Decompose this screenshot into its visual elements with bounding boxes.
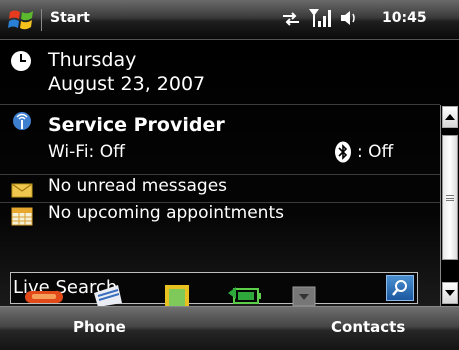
title-separator xyxy=(41,9,42,31)
bluetooth-status[interactable]: : Off xyxy=(357,142,393,162)
arrow-up-icon xyxy=(445,114,455,120)
envelope-icon xyxy=(11,179,33,201)
pictures-icon[interactable] xyxy=(163,283,191,306)
speaker-icon[interactable] xyxy=(340,10,358,30)
softkey-bar: Phone Contacts xyxy=(0,306,459,350)
calendar-icon xyxy=(11,206,33,228)
scrollbar[interactable] xyxy=(440,105,459,306)
messages-label[interactable]: No unread messages xyxy=(48,176,227,196)
clock-icon xyxy=(10,50,32,72)
service-provider-label[interactable]: Service Provider xyxy=(48,114,225,136)
scroll-up-button[interactable] xyxy=(442,106,458,128)
media-player-icon[interactable] xyxy=(24,289,64,306)
weekday-label[interactable]: Thursday xyxy=(48,49,136,71)
signal-strength-icon[interactable] xyxy=(309,8,331,32)
full-date-label[interactable]: August 23, 2007 xyxy=(48,73,205,95)
dropdown-icon[interactable] xyxy=(292,286,316,306)
phone-softkey[interactable]: Phone xyxy=(73,318,126,336)
appointments-label[interactable]: No upcoming appointments xyxy=(48,203,284,223)
app-icon-strip[interactable] xyxy=(0,279,440,306)
arrow-down-icon xyxy=(445,290,455,296)
wireless-antenna-icon xyxy=(11,111,33,133)
bluetooth-icon[interactable] xyxy=(334,141,352,163)
contacts-softkey[interactable]: Contacts xyxy=(331,318,405,336)
title-bar: Start 10:45 xyxy=(0,0,459,40)
title-start-label[interactable]: Start xyxy=(50,10,90,26)
scroll-thumb[interactable] xyxy=(442,135,458,260)
grip-icon xyxy=(446,194,454,201)
divider xyxy=(0,174,440,175)
sync-arrows-icon[interactable] xyxy=(282,11,300,30)
scroll-down-button[interactable] xyxy=(442,282,458,304)
windows-flag-icon[interactable] xyxy=(8,8,34,32)
divider xyxy=(0,104,440,105)
wifi-status[interactable]: Wi-Fi: Off xyxy=(48,142,125,162)
notes-icon[interactable] xyxy=(90,283,126,306)
clock-time[interactable]: 10:45 xyxy=(382,10,427,26)
status-icons[interactable] xyxy=(282,9,358,31)
today-screen: Thursday August 23, 2007 Service Provide… xyxy=(0,41,459,306)
battery-icon[interactable] xyxy=(226,283,264,306)
